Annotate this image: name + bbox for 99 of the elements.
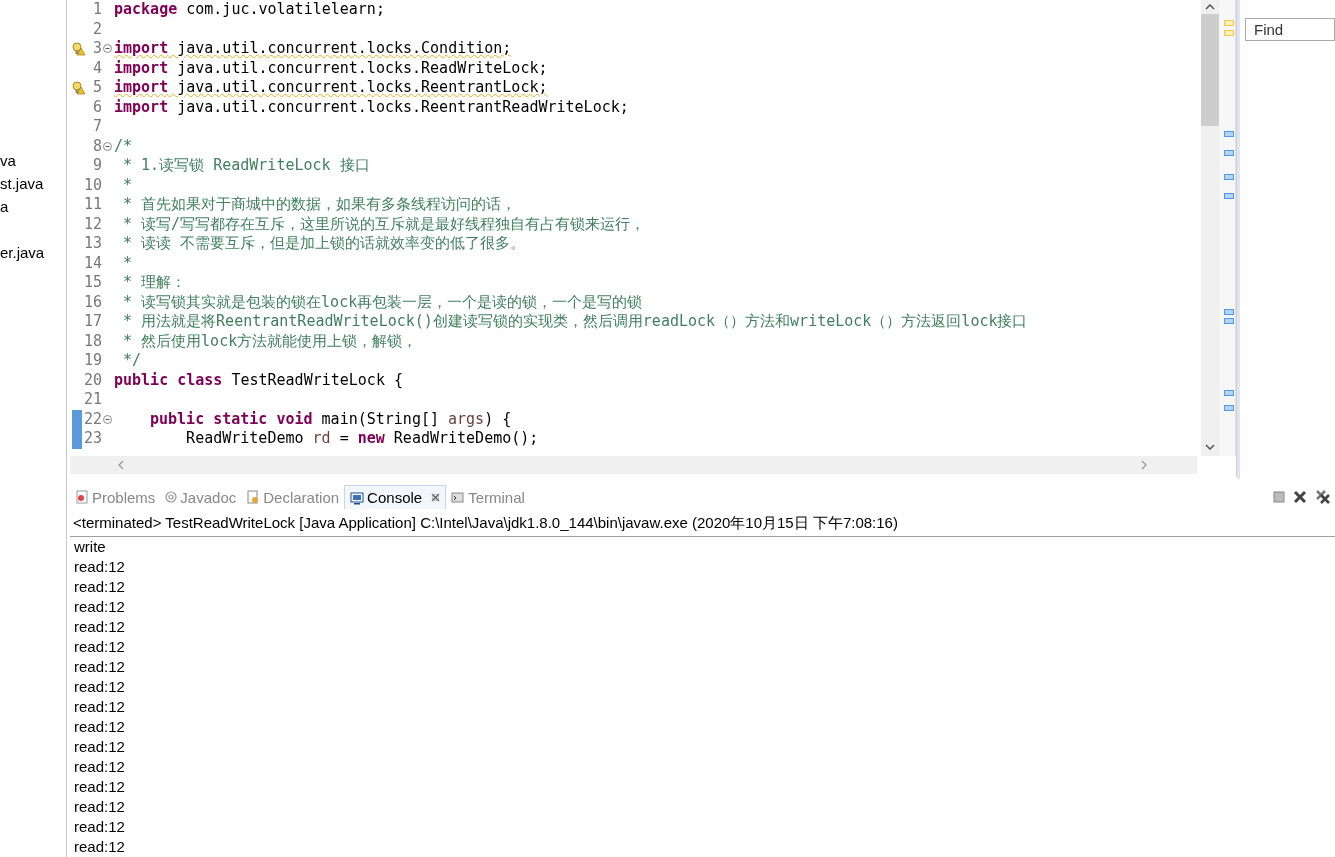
code-line: * 读写/写写都存在互斥，这里所说的互斥就是最好线程独自有占有锁来运行， <box>122 214 646 234</box>
file-item[interactable]: va <box>0 152 16 169</box>
terminal-icon <box>451 490 466 504</box>
code-line: */ <box>122 351 142 371</box>
scroll-right-icon[interactable] <box>1141 460 1147 470</box>
line-number: 18 <box>83 331 102 351</box>
line-number: 7 <box>92 117 102 137</box>
code-line: * 理解： <box>122 273 187 293</box>
code-line: public class TestReadWriteLock { <box>113 370 403 390</box>
output-line: read:12 <box>74 617 126 637</box>
stop-icon[interactable] <box>1273 491 1285 503</box>
code-line: ReadWriteDemo rd = new ReadWriteDemo(); <box>185 429 539 449</box>
view-tab[interactable]: Javadoc <box>160 485 242 509</box>
line-number: 8 <box>92 136 102 156</box>
ruler-marker[interactable] <box>1224 150 1234 156</box>
collapse-icon[interactable] <box>103 44 112 54</box>
ruler-marker[interactable] <box>1224 318 1234 324</box>
line-number: 21 <box>83 390 102 410</box>
code-line: * 读写锁其实就是包装的锁在lock再包装一层，一个是读的锁，一个是写的锁 <box>122 292 643 312</box>
ruler-marker[interactable] <box>1224 193 1234 199</box>
collapse-icon[interactable] <box>103 141 112 151</box>
ruler-marker[interactable] <box>1224 390 1234 396</box>
ruler-marker[interactable] <box>1224 30 1234 36</box>
output-line: read:12 <box>74 777 126 797</box>
line-number: 13 <box>83 234 102 254</box>
scrollbar-thumb[interactable] <box>1201 14 1219 126</box>
output-line: read:12 <box>74 717 126 737</box>
lightbulb-warning-icon[interactable] <box>72 81 86 95</box>
at-sign-icon <box>165 491 178 503</box>
ruler-marker[interactable] <box>1224 131 1234 137</box>
ruler-marker[interactable] <box>1224 405 1234 411</box>
code-line: /* <box>113 136 133 156</box>
code-line: public static void main(String[] args) { <box>149 409 512 429</box>
remove-all-icon[interactable] <box>1315 489 1331 505</box>
line-number: 9 <box>92 156 102 176</box>
file-item[interactable]: er.java <box>0 244 45 261</box>
monitor-icon <box>350 490 365 505</box>
scroll-down-icon[interactable] <box>1205 444 1215 450</box>
close-icon[interactable] <box>431 493 441 502</box>
code-line: * <box>122 175 133 195</box>
line-number: 22 <box>83 409 102 429</box>
output-line: read:12 <box>74 797 126 817</box>
code-line: * 读读 不需要互斥，但是加上锁的话就效率变的低了很多。 <box>122 234 526 254</box>
problems-icon <box>75 490 89 504</box>
view-tab[interactable]: Console <box>344 485 447 509</box>
file-item[interactable]: a <box>0 198 9 215</box>
ruler-marker[interactable] <box>1224 20 1234 26</box>
file-item[interactable]: st.java <box>0 175 44 192</box>
code-line: package com.juc.volatilelearn; <box>113 0 385 20</box>
output-line: read:12 <box>74 637 126 657</box>
code-line: * 1.读写锁 ReadWriteLock 接口 <box>122 156 370 176</box>
line-number: 15 <box>83 273 102 293</box>
output-line: read:12 <box>74 817 126 837</box>
ruler-marker[interactable] <box>1224 174 1234 180</box>
scroll-left-icon[interactable] <box>118 460 124 470</box>
collapse-icon[interactable] <box>103 414 112 424</box>
code-line: * 首先如果对于商城中的数据，如果有多条线程访问的话， <box>122 195 517 215</box>
view-tab[interactable]: Problems <box>70 485 161 509</box>
line-number: 3 <box>92 39 102 59</box>
output-line: read:12 <box>74 737 126 757</box>
line-number: 12 <box>83 214 102 234</box>
code-line: import java.util.concurrent.locks.ReentrantLock; <box>113 78 548 98</box>
output-line: read:12 <box>74 837 126 857</box>
document-icon <box>246 490 261 504</box>
line-number: 17 <box>83 312 102 332</box>
line-number: 5 <box>92 78 102 98</box>
scroll-up-icon[interactable] <box>1205 4 1215 10</box>
line-number: 19 <box>83 351 102 371</box>
code-line: import java.util.concurrent.locks.Condition; <box>113 39 512 59</box>
output-line: read:12 <box>74 557 126 577</box>
output-line: read:12 <box>74 657 126 677</box>
line-number: 2 <box>92 19 102 39</box>
code-line: import java.util.concurrent.locks.ReadWriteLock; <box>113 58 548 78</box>
line-number: 11 <box>83 195 102 215</box>
output-line: read:12 <box>74 757 126 777</box>
output-line: read:12 <box>74 577 126 597</box>
remove-launch-icon[interactable] <box>1293 490 1307 504</box>
line-number: 6 <box>92 97 102 117</box>
code-line: * <box>122 253 133 273</box>
line-number: 20 <box>83 370 102 390</box>
output-line: read:12 <box>74 597 126 617</box>
code-line: import java.util.concurrent.locks.ReentrantReadWriteLock; <box>113 97 629 117</box>
console-status: <terminated> TestReadWriteLock [Java Application] C:\Intel\Java\jdk1.8.0_144\bin\javaw.exe (2020年10月15日 下午7:08:16) <box>70 511 1335 537</box>
find-field[interactable]: Find <box>1245 18 1335 41</box>
view-tab[interactable]: Terminal <box>446 485 530 509</box>
lightbulb-warning-icon[interactable] <box>72 42 86 56</box>
view-tab[interactable]: Declaration <box>241 485 345 509</box>
line-number: 23 <box>83 429 102 449</box>
output-line: read:12 <box>74 697 126 717</box>
line-number: 4 <box>92 58 102 78</box>
line-number: 16 <box>83 292 102 312</box>
line-number: 1 <box>92 0 102 20</box>
output-line: write <box>74 537 107 557</box>
output-line: read:12 <box>74 677 126 697</box>
code-line: * 然后使用lock方法就能使用上锁，解锁， <box>122 331 418 351</box>
code-line: * 用法就是将ReentrantReadWriteLock()创建读写锁的实现类，然后调用readLock（）方法和writeLock（）方法返回lock接口 <box>122 312 1028 332</box>
ruler-marker[interactable] <box>1224 309 1234 315</box>
line-number: 10 <box>83 175 102 195</box>
line-number: 14 <box>83 253 102 273</box>
